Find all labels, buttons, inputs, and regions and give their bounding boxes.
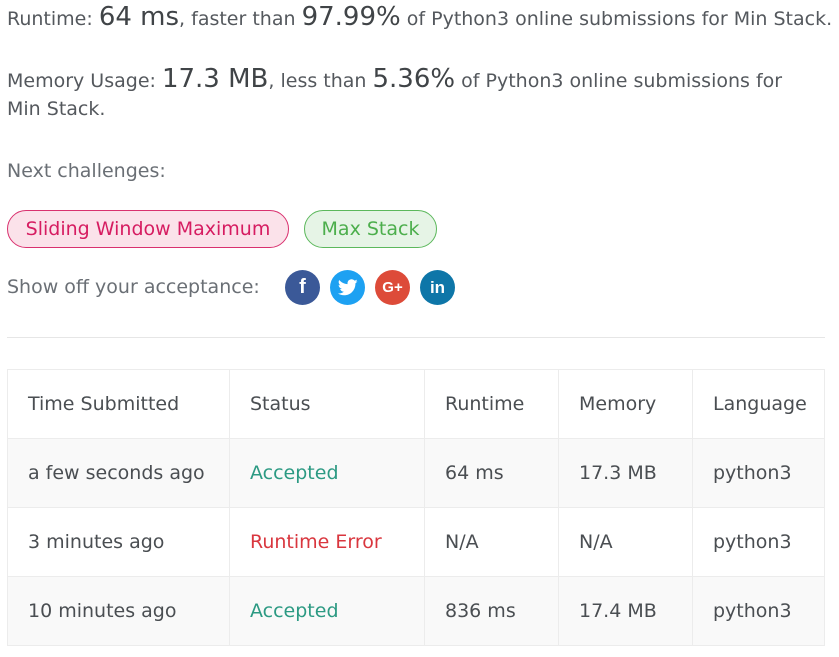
cell-runtime: 64 ms [424,438,559,508]
cell-time: 3 minutes ago [7,507,230,577]
divider [7,337,825,338]
runtime-percentile: 97.99% [301,2,401,32]
google-plus-icon[interactable]: G+ [375,270,410,305]
runtime-tail-text: of Python3 online submissions for Min St… [400,8,833,30]
table-header-row: Time Submitted Status Runtime Memory Lan… [7,369,825,439]
cell-status-link[interactable]: Accepted [229,438,425,508]
header-memory[interactable]: Memory [558,369,693,439]
header-status[interactable]: Status [229,369,425,439]
table-row: 10 minutes ago Accepted 836 ms 17.4 MB p… [7,576,825,646]
header-runtime[interactable]: Runtime [424,369,559,439]
linkedin-icon[interactable]: in [420,270,455,305]
runtime-summary: Runtime: 64 ms, faster than 97.99% of Py… [7,0,832,35]
facebook-glyph: f [299,276,306,298]
cell-memory: 17.4 MB [558,576,693,646]
cell-time: 10 minutes ago [7,576,230,646]
twitter-icon[interactable] [330,270,365,305]
twitter-bird-icon [337,279,358,296]
google-plus-glyph: G+ [382,279,403,296]
cell-time: a few seconds ago [7,438,230,508]
memory-percentile: 5.36% [372,64,456,94]
challenge-max-stack[interactable]: Max Stack [304,210,437,248]
header-time-submitted[interactable]: Time Submitted [7,369,230,439]
cell-status-link[interactable]: Accepted [229,576,425,646]
facebook-icon[interactable]: f [285,270,320,305]
cell-runtime: 836 ms [424,576,559,646]
cell-runtime: N/A [424,507,559,577]
cell-language: python3 [692,507,825,577]
submissions-table: Time Submitted Status Runtime Memory Lan… [7,369,825,646]
cell-language: python3 [692,576,825,646]
memory-label: Memory Usage: [7,70,162,92]
table-row: a few seconds ago Accepted 64 ms 17.3 MB… [7,438,825,508]
share-label: Show off your acceptance: [7,276,260,298]
next-challenges-label: Next challenges: [7,160,166,182]
runtime-faster-text: , faster than [179,8,302,30]
cell-language: python3 [692,438,825,508]
header-language[interactable]: Language [692,369,825,439]
cell-memory: 17.3 MB [558,438,693,508]
memory-less-text: , less than [268,70,373,92]
cell-memory: N/A [558,507,693,577]
runtime-label: Runtime: [7,8,99,30]
cell-status-link[interactable]: Runtime Error [229,507,425,577]
table-row: 3 minutes ago Runtime Error N/A N/A pyth… [7,507,825,577]
memory-value: 17.3 MB [161,64,269,94]
challenge-sliding-window-maximum[interactable]: Sliding Window Maximum [7,210,289,248]
linkedin-glyph: in [429,277,446,297]
memory-summary: Memory Usage: 17.3 MB, less than 5.36% o… [7,62,817,123]
runtime-value: 64 ms [98,2,180,32]
